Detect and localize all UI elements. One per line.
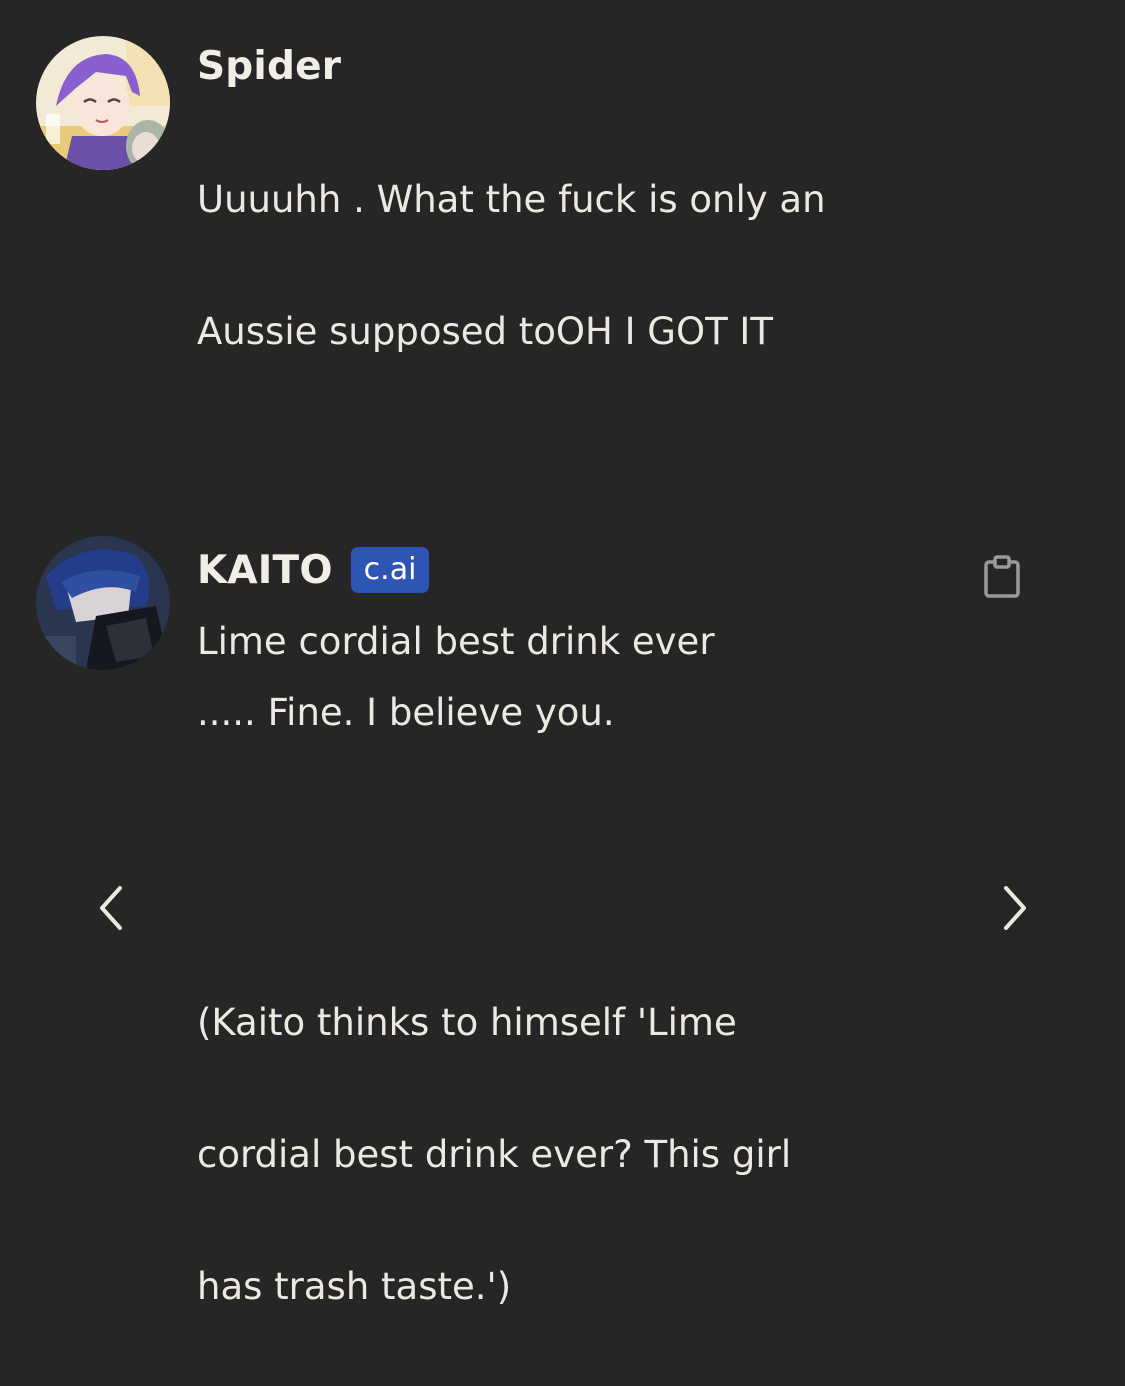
message-line: Uuuuhh . What the fuck is only an	[197, 178, 826, 221]
message-line: has trash taste.')	[197, 1265, 512, 1308]
message-line: cordial best drink ever? This girl	[197, 1133, 792, 1176]
message-author-name: Spider	[197, 43, 342, 89]
message-text: ..... Fine. I believe you. (Kaito thinks…	[197, 614, 997, 1386]
message-author-name: KAITO	[197, 547, 333, 593]
ai-badge: c.ai	[350, 547, 430, 593]
character-avatar[interactable]	[36, 536, 170, 670]
message-line: ..... Fine. I believe you.	[197, 691, 615, 734]
clipboard-icon[interactable]	[982, 554, 1022, 598]
user-avatar-image	[36, 36, 170, 170]
chevron-right-icon[interactable]	[994, 880, 1034, 936]
character-avatar-image	[36, 536, 170, 670]
user-avatar[interactable]	[36, 36, 170, 170]
message-line: Aussie supposed toOH I GOT IT	[197, 310, 773, 353]
message-line: (Kaito thinks to himself 'Lime	[197, 1001, 737, 1044]
chevron-left-icon[interactable]	[92, 880, 132, 936]
